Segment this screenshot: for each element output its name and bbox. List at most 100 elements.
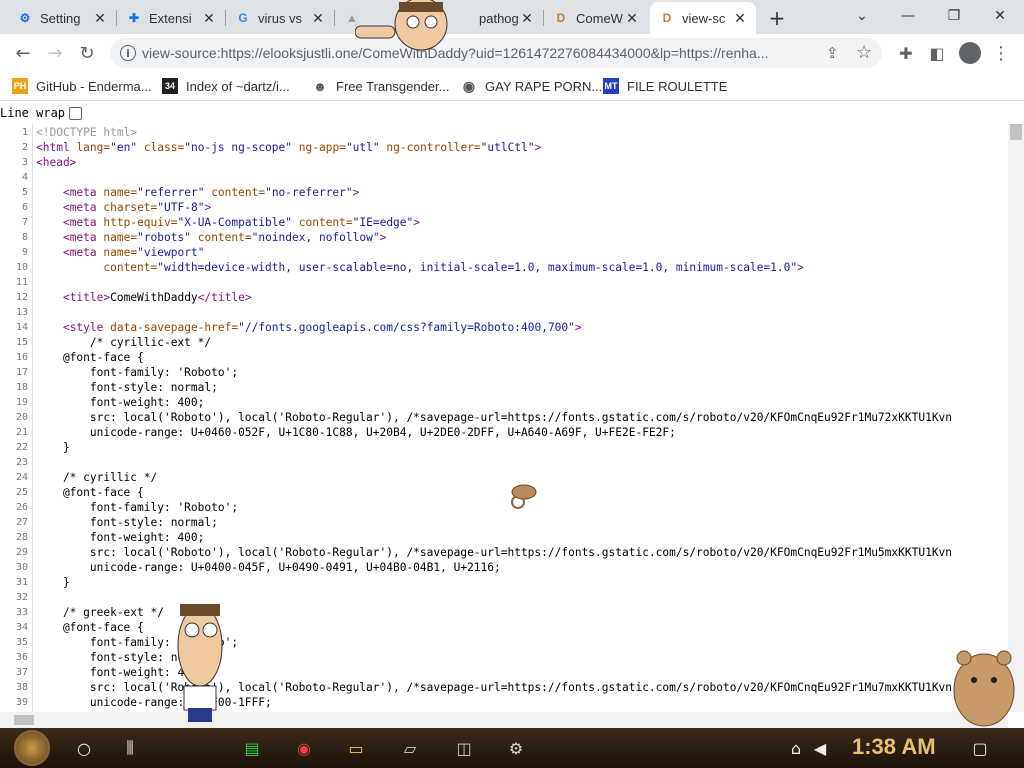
restore-button[interactable]: ❐ <box>940 4 968 28</box>
scrollbar-thumb[interactable] <box>1010 124 1022 140</box>
new-tab-button[interactable]: + <box>765 6 789 30</box>
source-line: font-weight: 400; <box>36 396 205 409</box>
side-panel-icon[interactable]: ◧ <box>926 42 948 64</box>
line-number: 16 <box>15 352 28 363</box>
line-number: 11 <box>15 277 28 288</box>
line-number: 17 <box>15 367 28 378</box>
source-line: font-family: 'Roboto'; <box>36 501 239 514</box>
source-line: content="width=device-width, user-scalab… <box>103 261 804 274</box>
line-number: 37 <box>15 667 28 678</box>
bookmark-index[interactable]: 34 Index of ~dartz/i... <box>162 76 290 96</box>
notifications-icon[interactable]: ▢ <box>968 736 992 760</box>
line-number: 6 <box>21 202 28 213</box>
mt-icon: MT <box>603 78 619 94</box>
spreadsheet-app-icon[interactable]: ▤ <box>240 736 264 760</box>
volume-icon[interactable]: ◀ <box>808 736 832 760</box>
line-number: 29 <box>15 547 28 558</box>
line-number: 35 <box>15 637 28 648</box>
share-icon[interactable]: ⇪ <box>826 44 839 62</box>
close-icon[interactable]: ✕ <box>519 10 535 26</box>
source-line: font-style: normal; <box>36 516 218 529</box>
source-line: } <box>36 441 70 454</box>
address-bar[interactable]: i view-source:https://elooksjustli.one/C… <box>110 38 882 68</box>
source-line: <meta name="robots" content="noindex, no… <box>62 231 387 244</box>
line-number: 38 <box>15 682 28 693</box>
close-icon[interactable]: ✕ <box>310 10 326 26</box>
source-line: <html lang="en" class="no-js ng-scope" n… <box>36 141 542 154</box>
source-line: src: local('Roboto'), local('Roboto-Regu… <box>36 411 953 424</box>
line-number: 14 <box>15 322 28 333</box>
source-line: <meta http-equiv="X-UA-Compatible" conte… <box>62 216 421 229</box>
tab-comewithdaddy[interactable]: D ComeW ✕ <box>544 4 648 32</box>
tab-settings[interactable]: ⚙ Setting ✕ <box>8 4 116 32</box>
tab-label: view-sc <box>682 10 726 26</box>
close-icon[interactable]: ✕ <box>732 10 748 26</box>
vertical-scrollbar[interactable] <box>1008 124 1024 712</box>
source-line: @font-face { <box>36 486 144 499</box>
bookmark-free-transgender[interactable]: ☻ Free Transgender... <box>312 76 449 96</box>
line-number: 12 <box>15 292 28 303</box>
line-number: 9 <box>21 247 28 258</box>
line-wrap-toggle[interactable]: Line wrap <box>0 106 83 120</box>
tab-label: virus vs <box>258 10 303 26</box>
bookmark-github[interactable]: PH GitHub - Enderma... <box>12 76 152 96</box>
line-number: 31 <box>15 577 28 588</box>
notepad-icon[interactable]: ▱ <box>398 736 422 760</box>
clock-time[interactable]: 1:38 AM <box>852 734 936 760</box>
bookmark-label: GAY RAPE PORN... <box>485 78 603 94</box>
tab-extensions[interactable]: ✚ Extensi ✕ <box>117 4 225 32</box>
line-number: 39 <box>15 697 28 708</box>
line-number: 32 <box>15 592 28 603</box>
star-icon[interactable]: ☆ <box>856 42 872 63</box>
taskbar-search-box[interactable] <box>160 732 220 764</box>
bookmarks-bar: PH GitHub - Enderma... 34 Index of ~dart… <box>0 72 1024 101</box>
network-icon[interactable]: ⌂ <box>784 736 808 760</box>
source-line: unicode-range: U+0460-052F, U+1C80-1C88,… <box>36 426 676 439</box>
address-url[interactable]: view-source:https://elooksjustli.one/Com… <box>142 45 822 61</box>
file-explorer-icon[interactable]: ▭ <box>344 736 368 760</box>
minimize-button[interactable]: — <box>894 4 922 28</box>
line-number: 7 <box>21 217 28 228</box>
cartoon-character-overlay <box>177 604 223 722</box>
line-number: 4 <box>21 172 28 183</box>
menu-icon[interactable]: ⋮ <box>990 42 1012 64</box>
cursor-bug-overlay <box>511 484 537 509</box>
line-number: 13 <box>15 307 28 318</box>
close-icon[interactable]: ✕ <box>624 10 640 26</box>
hamster-overlay <box>953 650 1015 727</box>
bookmark-globe[interactable]: ◉ GAY RAPE PORN... <box>461 76 602 96</box>
settings-icon[interactable]: ⚙ <box>504 736 528 760</box>
tab-view-source[interactable]: D view-sc ✕ <box>650 2 756 34</box>
line-number: 33 <box>15 607 28 618</box>
source-line: font-style: normal; <box>36 381 218 394</box>
chrome-icon[interactable]: ◉ <box>292 736 316 760</box>
task-view-icon[interactable]: ⫼ <box>118 736 142 760</box>
line-number: 2 <box>21 142 28 153</box>
tab-google-search[interactable]: G virus vs ✕ <box>226 4 334 32</box>
search-icon[interactable]: ○ <box>72 736 96 760</box>
task-manager-icon[interactable]: ◫ <box>452 736 476 760</box>
back-button[interactable]: ← <box>10 40 36 66</box>
start-button[interactable] <box>14 730 50 766</box>
line-number: 10 <box>15 262 28 273</box>
bookmark-label: GitHub - Enderma... <box>36 78 152 94</box>
tab-search-button[interactable]: ⌄ <box>848 4 876 28</box>
reload-button[interactable]: ↻ <box>74 40 100 66</box>
line-number: 23 <box>15 457 28 468</box>
cartoon-character-overlay <box>355 0 448 51</box>
line-number: 15 <box>15 337 28 348</box>
line-number: 24 <box>15 472 28 483</box>
horizontal-scrollbar[interactable] <box>0 712 1008 728</box>
close-window-button[interactable]: ✕ <box>986 4 1014 28</box>
profile-avatar[interactable] <box>959 42 981 64</box>
close-icon[interactable]: ✕ <box>201 10 217 26</box>
line-wrap-checkbox[interactable] <box>69 106 83 120</box>
close-icon[interactable]: ✕ <box>92 10 108 26</box>
forward-button[interactable]: → <box>42 40 68 66</box>
ph-icon: PH <box>12 78 28 94</box>
scrollbar-thumb[interactable] <box>14 715 34 725</box>
info-icon[interactable]: i <box>120 45 136 61</box>
extensions-icon[interactable]: ✚ <box>895 42 917 64</box>
source-line: <meta name="viewport" <box>62 246 205 259</box>
bookmark-file-roulette[interactable]: MT FILE ROULETTE <box>603 76 727 96</box>
